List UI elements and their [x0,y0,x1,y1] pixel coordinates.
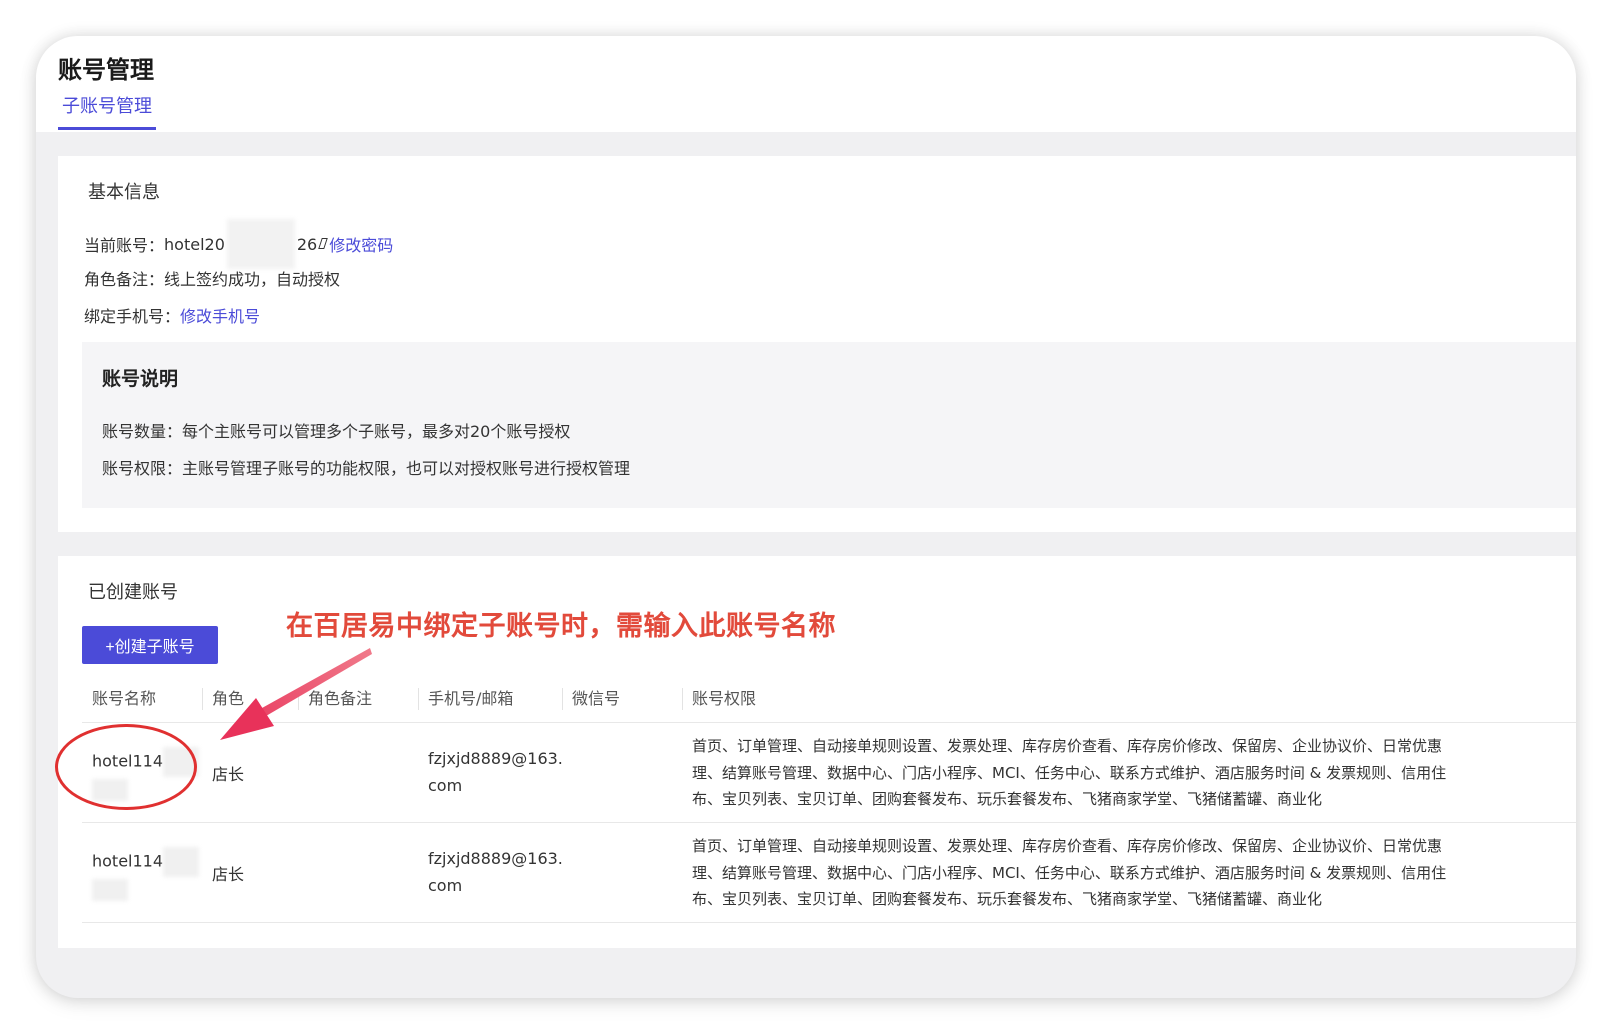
contact-cell: fzjxjd8889@163.com [428,749,563,795]
permission-line: 布、宝贝列表、宝贝订单、团购套餐发布、玩乐套餐发布、飞猪商家学堂、飞猪储蓄罐、商… [692,790,1323,808]
column-header: 角色 [212,689,245,708]
table-header: 账号名称 角色 角色备注 手机号/邮箱 微信号 账号权限 [82,676,1576,723]
role-note-line: 角色备注： 线上签约成功，自动授权 [84,266,340,290]
table-row: hotel114 店长 fzjxjd8889@163.com 首页、订单管理、自… [82,723,1576,823]
current-account-label: 当前账号： [84,236,165,255]
bound-phone-label: 绑定手机号： [84,307,181,326]
column-header: 账号名称 [92,689,157,708]
current-account-line: 当前账号： hotel20 26 修改密码 [84,216,393,272]
bound-phone-line: 绑定手机号： 修改手机号 [84,303,260,327]
permission-line: 理、结算账号管理、数据中心、门店小程序、MCI、任务中心、联系方式维护、酒店服务… [692,763,1447,782]
redacted-block [163,847,200,877]
notice-line: 账号数量：每个主账号可以管理多个子账号，最多对20个账号授权 [102,422,571,441]
notice-title: 账号说明 [102,368,179,390]
notice-line: 账号权限：主账号管理子账号的功能权限，也可以对授权账号进行授权管理 [102,459,631,478]
role-cell: 店长 [212,865,245,884]
current-account-prefix: hotel20 [164,234,225,254]
account-name-cell: hotel114 [92,847,202,901]
redacted-block [92,879,128,901]
basic-info-title: 基本信息 [88,182,160,203]
account-name: hotel114 [92,851,164,871]
current-account-suffix: 26 [296,234,318,254]
permission-line: 首页、订单管理、自动接单规则设置、发票处理、库存房价查看、库存房价修改、保留房、… [692,837,1443,855]
role-note-label: 角色备注： [84,270,165,289]
created-accounts-title: 已创建账号 [88,582,178,603]
role-cell: 店长 [212,765,245,784]
column-header: 手机号/邮箱 [428,689,514,708]
change-phone-link[interactable]: 修改手机号 [180,303,260,327]
permissions-cell: 首页、订单管理、自动接单规则设置、发票处理、库存房价查看、库存房价修改、保留房、… [692,733,1576,813]
edit-icon[interactable] [318,238,328,250]
permission-line: 理、结算账号管理、数据中心、门店小程序、MCI、任务中心、联系方式维护、酒店服务… [692,863,1447,882]
column-header: 角色备注 [308,689,373,708]
create-sub-account-button[interactable]: +创建子账号 [82,626,218,664]
tab-sub-account-management[interactable]: 子账号管理 [58,94,156,130]
permission-line: 布、宝贝列表、宝贝订单、团购套餐发布、玩乐套餐发布、飞猪商家学堂、飞猪储蓄罐、商… [692,890,1323,908]
column-header: 微信号 [572,689,621,708]
column-header: 账号权限 [692,689,757,708]
table-row: hotel114 店长 fzjxjd8889@163.com 首页、订单管理、自… [82,823,1576,923]
role-note-value: 线上签约成功，自动授权 [164,270,341,289]
permissions-cell: 首页、订单管理、自动接单规则设置、发票处理、库存房价查看、库存房价修改、保留房、… [692,833,1576,913]
redacted-block [226,219,295,269]
page-title: 账号管理 [58,56,154,84]
accounts-table: 账号名称 角色 角色备注 手机号/邮箱 微信号 账号权限 hotel114 店长… [82,676,1576,923]
permission-line: 首页、订单管理、自动接单规则设置、发票处理、库存房价查看、库存房价修改、保留房、… [692,737,1443,755]
tab-active-indicator [58,127,156,130]
basic-info-panel: 基本信息 当前账号： hotel20 26 修改密码 角色备注： 线上签约成功，… [58,156,1576,532]
account-notice: 账号说明 账号数量：每个主账号可以管理多个子账号，最多对20个账号授权 账号权限… [82,342,1576,508]
main-card: 账号管理 子账号管理 基本信息 当前账号： hotel20 26 修改密码 角色… [36,36,1576,998]
tab-label: 子账号管理 [62,96,152,117]
page-header: 账号管理 子账号管理 [36,36,1576,132]
annotation-text: 在百居易中绑定子账号时，需输入此账号名称 [286,611,836,642]
contact-cell: fzjxjd8889@163.com [428,849,563,895]
change-password-link[interactable]: 修改密码 [329,232,393,256]
highlight-ellipse [55,724,197,810]
